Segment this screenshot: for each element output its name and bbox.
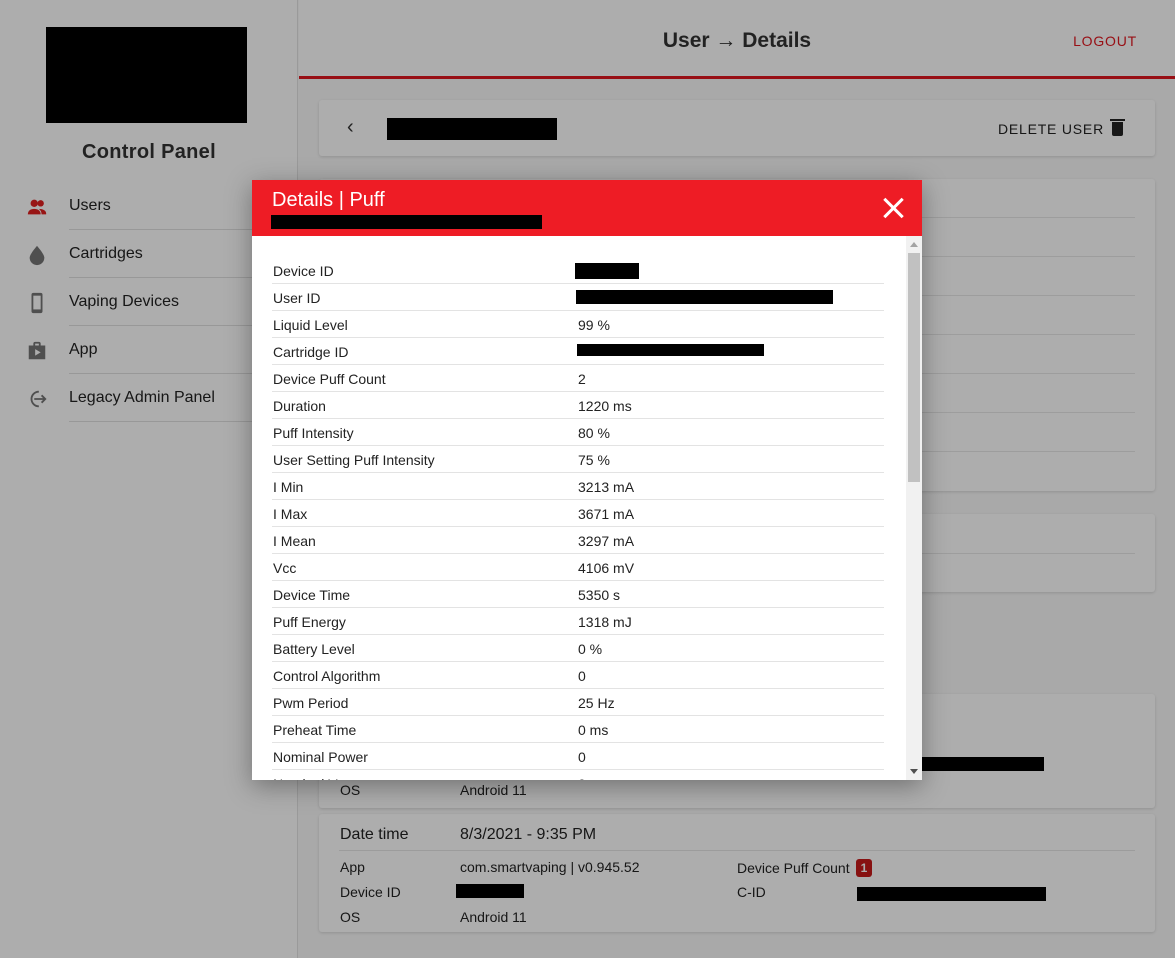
detail-value: 3213 mA bbox=[578, 479, 635, 495]
close-icon[interactable] bbox=[880, 194, 908, 222]
modal-scrollbar[interactable] bbox=[906, 236, 922, 780]
detail-row: Puff Intensity 80 % bbox=[272, 419, 884, 446]
detail-value: 1318 mJ bbox=[578, 614, 632, 630]
detail-value: 0 bbox=[578, 749, 586, 765]
detail-row-device-id: Device ID bbox=[272, 257, 884, 284]
detail-row: I Max 3671 mA bbox=[272, 500, 884, 527]
detail-key: Cartridge ID bbox=[273, 344, 349, 360]
detail-key: Device Puff Count bbox=[273, 371, 386, 387]
detail-key: Battery Level bbox=[273, 641, 355, 657]
device-id-redacted bbox=[575, 263, 639, 279]
detail-value: 4106 mV bbox=[578, 560, 635, 576]
modal-subtitle-redacted bbox=[271, 215, 542, 229]
detail-row: Device Time 5350 s bbox=[272, 581, 884, 608]
detail-value: 0 ms bbox=[578, 722, 609, 738]
detail-row: Device Puff Count 2 bbox=[272, 365, 884, 392]
detail-row: Nominal Power 0 bbox=[272, 743, 884, 770]
detail-value: 25 Hz bbox=[578, 695, 615, 711]
detail-value: 0 % bbox=[578, 641, 603, 657]
cartridge-id-redacted bbox=[577, 344, 764, 356]
modal-header: Details | Puff bbox=[252, 180, 922, 236]
puff-detail-list: Device ID User ID Liquid Level 99 % Cart… bbox=[272, 257, 884, 780]
detail-key: Liquid Level bbox=[273, 317, 348, 333]
modal-title: Details | Puff bbox=[272, 189, 385, 211]
detail-row: Duration 1220 ms bbox=[272, 392, 884, 419]
detail-value: 75 % bbox=[578, 452, 610, 468]
detail-key: Puff Intensity bbox=[273, 425, 354, 441]
detail-row: Nominal V... 0 bbox=[272, 770, 884, 780]
detail-key: Control Algorithm bbox=[273, 668, 381, 684]
detail-key: Duration bbox=[273, 398, 326, 414]
detail-value: 3297 mA bbox=[578, 533, 635, 549]
detail-value: 99 % bbox=[578, 317, 610, 333]
scroll-up-arrow-icon[interactable] bbox=[910, 242, 918, 247]
detail-row: Pwm Period 25 Hz bbox=[272, 689, 884, 716]
scrollbar-thumb[interactable] bbox=[908, 253, 920, 482]
detail-row: Liquid Level 99 % bbox=[272, 311, 884, 338]
detail-key: Puff Energy bbox=[273, 614, 346, 630]
detail-value: 1220 ms bbox=[578, 398, 632, 414]
detail-key: Nominal Power bbox=[273, 749, 368, 765]
user-id-redacted bbox=[576, 290, 833, 304]
detail-key: I Mean bbox=[273, 533, 316, 549]
detail-value: 0 bbox=[578, 776, 586, 780]
detail-row: I Mean 3297 mA bbox=[272, 527, 884, 554]
detail-row: I Min 3213 mA bbox=[272, 473, 884, 500]
detail-key: Preheat Time bbox=[273, 722, 357, 738]
detail-row: Preheat Time 0 ms bbox=[272, 716, 884, 743]
detail-row-cartridge-id: Cartridge ID bbox=[272, 338, 884, 365]
detail-value: 2 bbox=[578, 371, 586, 387]
detail-key: User Setting Puff Intensity bbox=[273, 452, 435, 468]
detail-row: Battery Level 0 % bbox=[272, 635, 884, 662]
detail-row: User Setting Puff Intensity 75 % bbox=[272, 446, 884, 473]
detail-row: Vcc 4106 mV bbox=[272, 554, 884, 581]
detail-key: Device Time bbox=[273, 587, 351, 603]
modal-body[interactable]: Device ID User ID Liquid Level 99 % Cart… bbox=[252, 236, 922, 780]
detail-key: I Min bbox=[273, 479, 304, 495]
detail-key: Nominal V... bbox=[273, 776, 348, 780]
detail-key: User ID bbox=[273, 290, 321, 306]
detail-key: Vcc bbox=[273, 560, 297, 576]
detail-key: Pwm Period bbox=[273, 695, 349, 711]
detail-key: Device ID bbox=[273, 263, 334, 279]
detail-row: Puff Energy 1318 mJ bbox=[272, 608, 884, 635]
detail-row: Control Algorithm 0 bbox=[272, 662, 884, 689]
detail-value: 80 % bbox=[578, 425, 610, 441]
detail-key: I Max bbox=[273, 506, 308, 522]
detail-row-user-id: User ID bbox=[272, 284, 884, 311]
detail-value: 5350 s bbox=[578, 587, 621, 603]
detail-value: 0 bbox=[578, 668, 586, 684]
detail-value: 3671 mA bbox=[578, 506, 635, 522]
puff-details-modal: Details | Puff Device ID User ID Liquid … bbox=[252, 180, 922, 780]
scroll-down-arrow-icon[interactable] bbox=[910, 769, 918, 774]
